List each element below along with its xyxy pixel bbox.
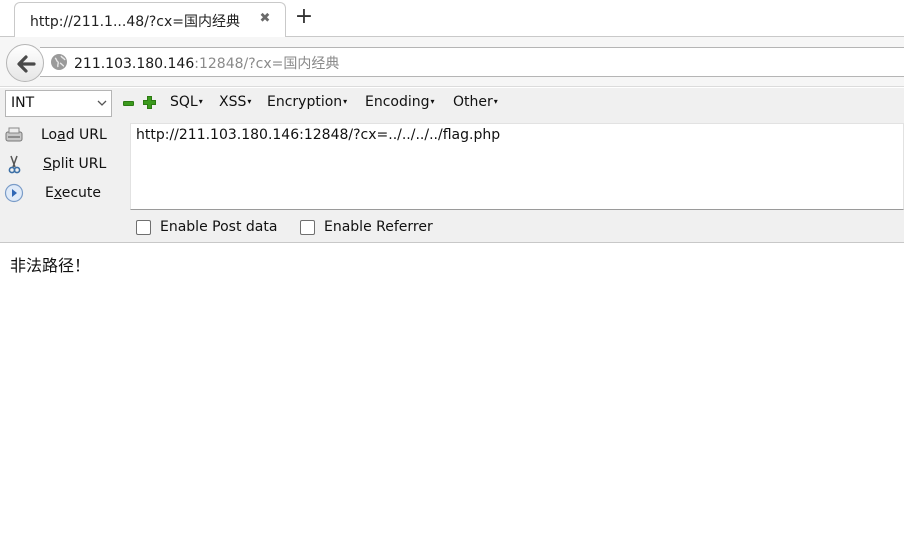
- type-select[interactable]: INT: [5, 90, 112, 117]
- dropdown-caret-icon: ▾: [198, 97, 203, 106]
- url-host: 211.103.180.146: [74, 56, 195, 72]
- load-url-icon: [5, 127, 23, 142]
- split-url-label: Split URL: [43, 156, 107, 172]
- tab-active[interactable]: http://211.1...48/?cx=国内经典 ✖: [14, 2, 286, 38]
- menu-encoding[interactable]: Encoding▾: [365, 94, 435, 110]
- scissors-icon: [8, 155, 21, 174]
- enable-referrer-label: Enable Referrer: [324, 219, 433, 235]
- globe-icon: [51, 54, 67, 70]
- enable-post-data-label: Enable Post data: [160, 219, 278, 235]
- dropdown-caret-icon: ▾: [247, 97, 252, 106]
- play-icon: [4, 183, 24, 203]
- checkbox-box[interactable]: [300, 220, 315, 235]
- split-url-button[interactable]: Split URL: [0, 152, 124, 178]
- hackbar-toolbar: INT SQL▾ XSS▾ Encryption▾ Encoding▾ Othe…: [0, 88, 904, 243]
- decrease-icon[interactable]: [123, 101, 134, 106]
- tab-strip: http://211.1...48/?cx=国内经典 ✖ +: [0, 0, 904, 38]
- menu-encoding-label: Encoding: [365, 94, 430, 110]
- dropdown-caret-icon: ▾: [430, 97, 435, 106]
- url-text[interactable]: 211.103.180.146:12848/?cx=国内经典: [74, 53, 339, 73]
- dropdown-caret-icon: ▾: [343, 97, 348, 106]
- menu-xss-label: XSS: [219, 94, 247, 110]
- execute-label: Execute: [45, 185, 102, 201]
- hackbar-url-textarea[interactable]: http://211.103.180.146:12848/?cx=../../.…: [130, 123, 904, 210]
- type-select-value: INT: [11, 95, 35, 111]
- menu-other[interactable]: Other▾: [453, 94, 498, 110]
- enable-referrer-checkbox[interactable]: Enable Referrer: [300, 219, 440, 237]
- increase-icon[interactable]: [143, 96, 156, 109]
- page-message: 非法路径！: [10, 256, 91, 275]
- new-tab-button[interactable]: +: [294, 5, 314, 29]
- nav-bar: 211.103.180.146:12848/?cx=国内经典: [0, 37, 904, 87]
- checkbox-box[interactable]: [136, 220, 151, 235]
- url-path: :12848/?cx=国内经典: [194, 56, 340, 72]
- back-button[interactable]: [6, 44, 44, 82]
- enable-post-data-checkbox[interactable]: Enable Post data: [136, 219, 286, 237]
- menu-encryption-label: Encryption: [267, 94, 343, 110]
- menu-sql-label: SQL: [170, 94, 198, 110]
- back-arrow-icon: [17, 55, 36, 73]
- dropdown-caret-icon: ▾: [493, 97, 498, 106]
- tab-title: http://211.1...48/?cx=国内经典: [30, 14, 240, 30]
- menu-other-label: Other: [453, 94, 493, 110]
- load-url-button[interactable]: Load URL: [0, 123, 124, 149]
- menu-sql[interactable]: SQL▾: [170, 94, 203, 110]
- chevron-down-icon: [97, 100, 107, 106]
- close-tab-icon[interactable]: ✖: [257, 9, 273, 29]
- menu-xss[interactable]: XSS▾: [219, 94, 251, 110]
- load-url-label: Load URL: [41, 127, 107, 143]
- execute-button[interactable]: Execute: [0, 181, 124, 207]
- menu-encryption[interactable]: Encryption▾: [267, 94, 347, 110]
